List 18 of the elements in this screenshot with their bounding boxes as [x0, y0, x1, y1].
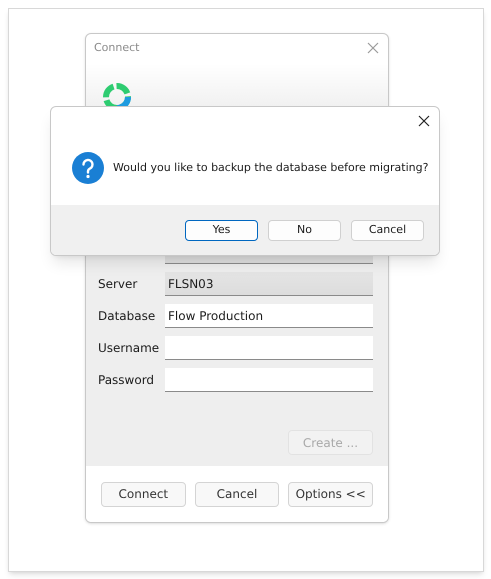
input-field[interactable]: FLSN03	[165, 272, 373, 296]
dialog-button[interactable]: Options <<	[288, 482, 374, 506]
input-field[interactable]: Flow Production	[165, 304, 373, 328]
message-text: Would you like to backup the database before migrating?	[113, 160, 428, 176]
dialog-button[interactable]: Cancel	[194, 482, 280, 506]
dialog-button[interactable]: Cancel	[351, 220, 424, 240]
dialog-button[interactable]: No	[268, 220, 341, 240]
input-field[interactable]	[165, 336, 373, 360]
field-label: Database	[98, 308, 156, 325]
window-title: Connect	[94, 40, 140, 56]
field-label: Server	[98, 276, 138, 293]
dialog-button[interactable]: Yes	[185, 220, 258, 240]
close-icon[interactable]	[418, 115, 430, 127]
input-field[interactable]	[165, 368, 373, 392]
field-label: Username	[98, 340, 160, 357]
question-icon	[72, 152, 104, 184]
dialog-button[interactable]: Connect	[101, 482, 186, 506]
field-label: Password	[98, 372, 156, 389]
